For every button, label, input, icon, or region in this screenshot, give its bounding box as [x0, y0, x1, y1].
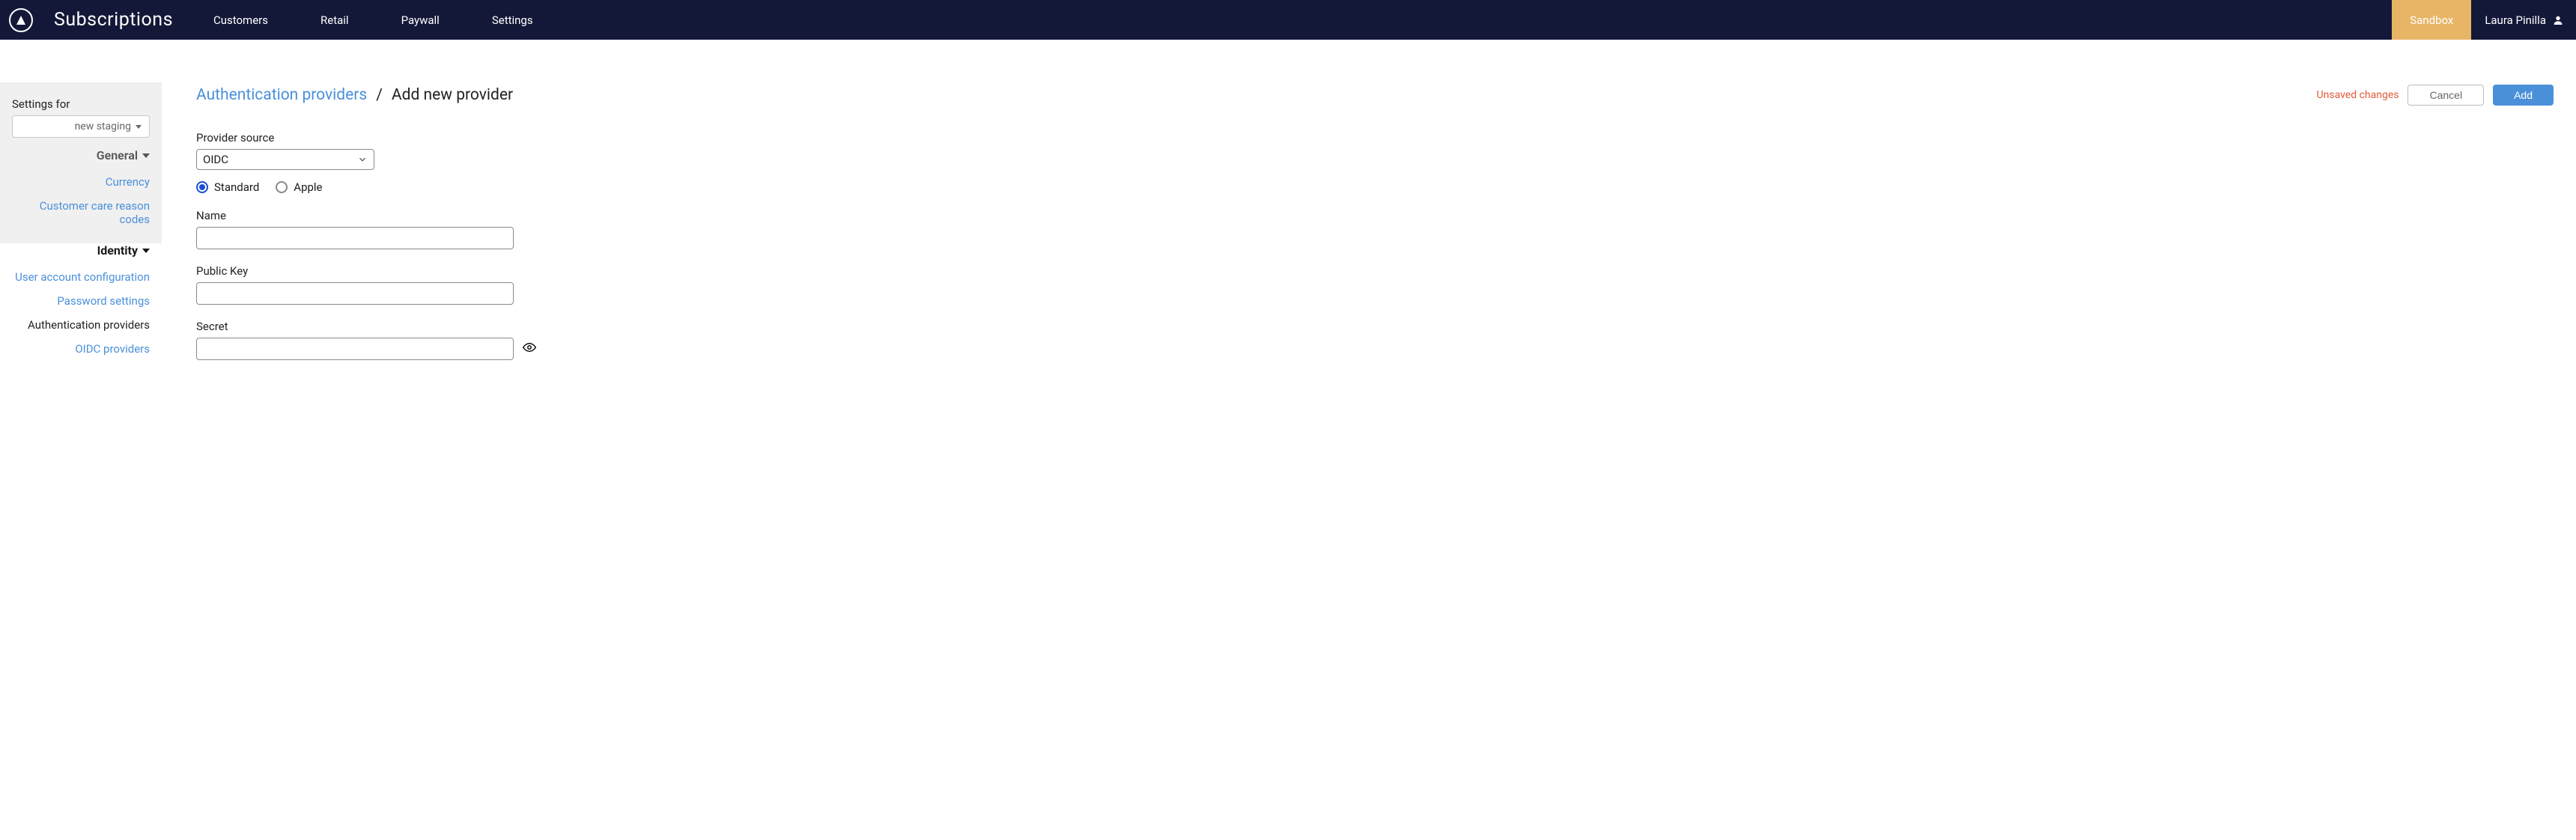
- nav-customers[interactable]: Customers: [213, 13, 268, 27]
- user-name: Laura Pinilla: [2485, 13, 2546, 27]
- chevron-down-icon: [136, 125, 142, 129]
- chevron-down-icon: [142, 249, 150, 253]
- sidebar: Settings for new staging General Currenc…: [0, 40, 162, 405]
- settings-for-label: Settings for: [12, 97, 150, 111]
- nav-settings[interactable]: Settings: [492, 13, 533, 27]
- sandbox-badge-label: Sandbox: [2410, 13, 2453, 27]
- eye-icon[interactable]: [523, 341, 536, 357]
- breadcrumb-current: Add new provider: [392, 86, 513, 104]
- provider-source-select[interactable]: OIDC: [196, 149, 374, 170]
- chevron-down-icon: [357, 154, 368, 165]
- sidebar-item-auth-providers[interactable]: Authentication providers: [12, 313, 150, 337]
- sidebar-item-password-settings[interactable]: Password settings: [12, 289, 150, 313]
- sandbox-badge[interactable]: Sandbox: [2392, 0, 2471, 40]
- public-key-input[interactable]: [196, 282, 514, 305]
- provider-source-label: Provider source: [196, 131, 2554, 144]
- sidebar-group-identity[interactable]: Identity: [12, 243, 150, 258]
- top-nav: Subscriptions Customers Retail Paywall S…: [0, 0, 2576, 40]
- app-title[interactable]: Subscriptions: [54, 9, 173, 31]
- breadcrumb: Authentication providers / Add new provi…: [196, 86, 513, 104]
- add-button[interactable]: Add: [2493, 85, 2554, 106]
- sidebar-group-identity-label: Identity: [97, 243, 138, 258]
- radio-standard[interactable]: Standard: [196, 180, 259, 194]
- breadcrumb-parent[interactable]: Authentication providers: [196, 86, 367, 104]
- name-input[interactable]: [196, 227, 514, 249]
- unsaved-changes-text: Unsaved changes: [2317, 89, 2399, 101]
- chevron-down-icon: [142, 153, 150, 158]
- nav-paywall[interactable]: Paywall: [401, 13, 440, 27]
- radio-standard-label: Standard: [214, 180, 259, 194]
- radio-apple[interactable]: Apple: [276, 180, 322, 194]
- secret-input[interactable]: [196, 338, 514, 360]
- name-label: Name: [196, 209, 2554, 222]
- sidebar-item-currency[interactable]: Currency: [12, 170, 150, 194]
- environment-select[interactable]: new staging: [12, 115, 150, 138]
- primary-nav: Customers Retail Paywall Settings: [213, 13, 2392, 27]
- sidebar-group-general-label: General: [97, 148, 138, 162]
- provider-source-value: OIDC: [203, 153, 228, 166]
- user-icon: [2552, 14, 2564, 26]
- environment-selected-value: new staging: [75, 121, 131, 133]
- radio-unselected-icon: [276, 181, 288, 193]
- nav-retail[interactable]: Retail: [321, 13, 349, 27]
- breadcrumb-separator: /: [376, 86, 383, 104]
- secret-label: Secret: [196, 320, 2554, 333]
- cancel-button[interactable]: Cancel: [2408, 85, 2484, 106]
- radio-apple-label: Apple: [294, 180, 322, 194]
- sidebar-item-user-account-config[interactable]: User account configuration: [12, 265, 150, 289]
- page-actions: Unsaved changes Cancel Add: [2317, 85, 2554, 106]
- public-key-label: Public Key: [196, 264, 2554, 278]
- sidebar-item-oidc-providers[interactable]: OIDC providers: [12, 337, 150, 361]
- user-menu[interactable]: Laura Pinilla: [2471, 13, 2576, 27]
- sidebar-group-general[interactable]: General: [12, 148, 150, 162]
- main-content: Authentication providers / Add new provi…: [162, 40, 2576, 405]
- sidebar-item-reason-codes[interactable]: Customer care reason codes: [12, 194, 150, 231]
- radio-selected-icon: [196, 181, 208, 193]
- app-logo-icon[interactable]: [9, 8, 33, 32]
